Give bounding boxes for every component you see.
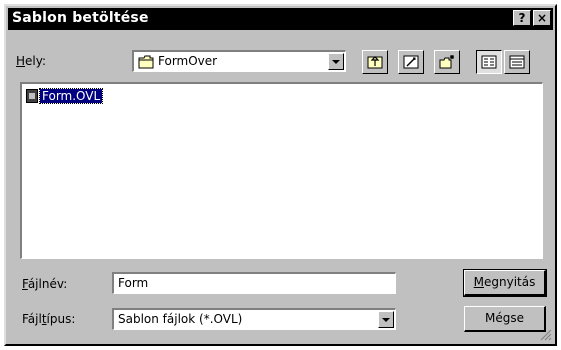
filetype-dropdown-button[interactable]: [378, 311, 394, 328]
filename-label: Fájlnév:: [22, 277, 68, 291]
filetype-label: Fájltípus:: [22, 312, 76, 326]
location-value: FormOver: [158, 54, 218, 68]
cancel-button[interactable]: Mégse: [464, 306, 546, 332]
folder-icon: [138, 55, 154, 69]
desktop-icon: [403, 55, 419, 69]
desktop-button[interactable]: [398, 50, 424, 74]
list-item[interactable]: Form.OVL: [26, 88, 104, 104]
filetype-value: Sablon fájlok (*.OVL): [118, 312, 243, 326]
filetype-select[interactable]: Sablon fájlok (*.OVL): [112, 308, 396, 330]
details-view-icon: [509, 55, 525, 69]
dialog-title: Sablon betöltése: [12, 10, 149, 26]
location-combobox[interactable]: FormOver: [132, 50, 346, 72]
close-button[interactable]: ×: [533, 10, 551, 26]
up-one-level-button[interactable]: [362, 50, 388, 74]
open-button[interactable]: Megnyitás: [463, 269, 547, 297]
filename-input[interactable]: Form: [112, 272, 396, 294]
list-view-button[interactable]: [476, 50, 502, 74]
location-dropdown-button[interactable]: [328, 53, 344, 70]
resize-grip-icon[interactable]: [540, 329, 552, 341]
title-bar[interactable]: Sablon betöltése ? ×: [8, 8, 553, 30]
help-button[interactable]: ?: [513, 10, 531, 26]
location-label: Hely:: [16, 54, 47, 68]
file-name: Form.OVL: [38, 88, 104, 104]
load-template-dialog: Sablon betöltése ? × Hely: FormOver Form…: [4, 4, 557, 346]
up-one-level-icon: [367, 56, 383, 69]
file-icon: [26, 89, 38, 103]
new-folder-icon: [439, 55, 454, 69]
file-list[interactable]: Form.OVL: [20, 82, 543, 259]
new-folder-button[interactable]: [434, 50, 460, 74]
list-view-icon: [481, 55, 497, 69]
filename-value: Form: [118, 276, 149, 290]
details-view-button[interactable]: [504, 50, 530, 74]
